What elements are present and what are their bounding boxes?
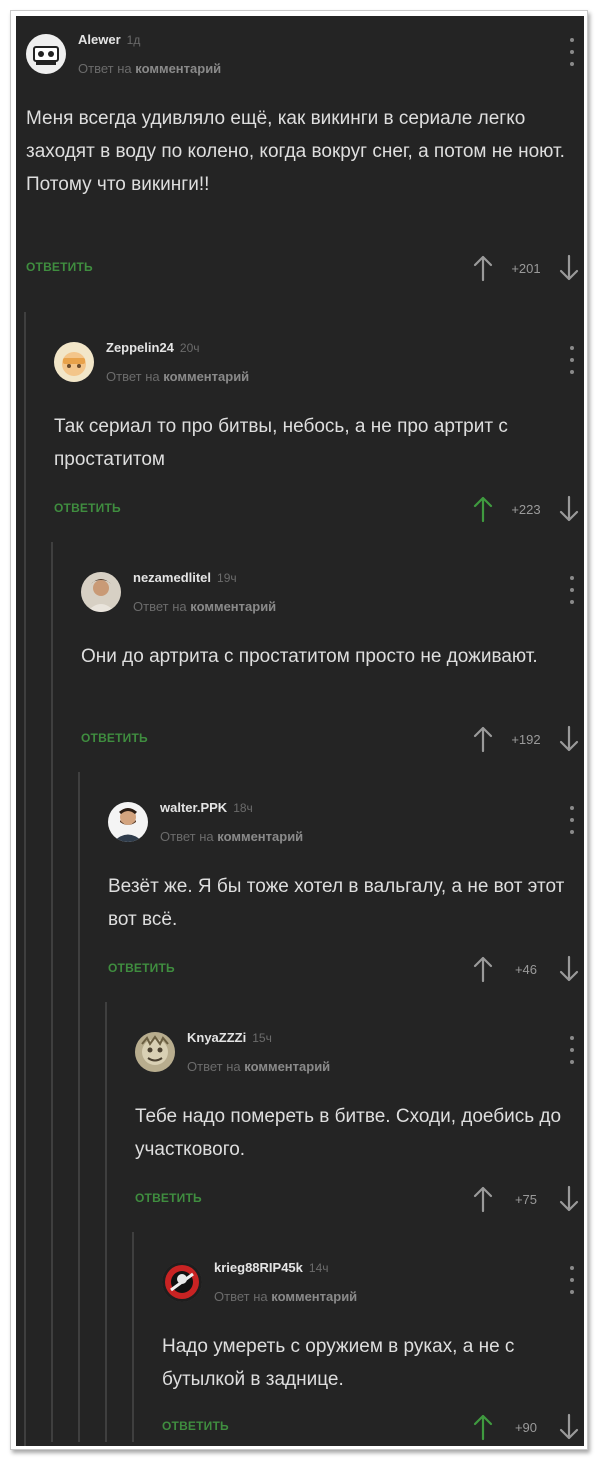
comment: nezamedlitel 19ч Ответ на комментарий Они… [51, 542, 584, 1442]
thread-line [24, 312, 26, 1446]
reply-context: Ответ на комментарий [187, 1059, 331, 1074]
comment-time: 20ч [179, 341, 200, 355]
vote-controls: +192 [472, 725, 580, 753]
upvote-icon[interactable] [472, 725, 494, 753]
comment: walter.PPK 18ч Ответ на комментарий Везёт… [78, 772, 584, 1442]
vote-score: +192 [511, 731, 541, 747]
downvote-icon[interactable] [558, 955, 580, 983]
avatar[interactable] [26, 34, 66, 74]
comment-time: 15ч [252, 1031, 272, 1045]
comment-time: 18ч [233, 801, 253, 815]
reply-button[interactable]: ОТВЕТИТЬ [81, 731, 148, 745]
comment: Alewer 1д Ответ на комментарий Меня всегд… [16, 16, 584, 291]
comment-text: Меня всегда удивляло ещё, как викинги в … [26, 108, 565, 195]
thread-line [78, 772, 80, 1442]
comment: KnyaZZZi 15ч Ответ на комментарий Тебе на… [105, 1002, 584, 1442]
comment-time: 14ч [308, 1261, 329, 1275]
reply-context: Ответ на комментарий [78, 61, 222, 76]
vote-controls: +201 [472, 254, 580, 282]
thread-line [132, 1232, 134, 1442]
vote-score: +201 [511, 260, 541, 276]
reply-target-link[interactable]: комментарий [190, 599, 276, 614]
reply-context: Ответ на комментарий [214, 1289, 358, 1304]
vote-controls: +223 [472, 495, 580, 523]
avatar[interactable] [162, 1262, 202, 1302]
upvote-icon[interactable] [472, 254, 494, 282]
author-name[interactable]: Zeppelin24 20ч [106, 340, 200, 355]
more-options-icon[interactable] [566, 1266, 578, 1294]
comment-text: Они до артрита с простатитом просто не д… [81, 646, 538, 667]
reply-button[interactable]: ОТВЕТИТЬ [108, 961, 175, 975]
vote-score: +46 [514, 961, 538, 977]
upvote-icon[interactable] [472, 1413, 494, 1441]
vote-score: +223 [511, 501, 541, 517]
author-name[interactable]: krieg88RIP45k 14ч [214, 1260, 329, 1275]
avatar[interactable] [54, 342, 94, 382]
more-options-icon[interactable] [566, 806, 578, 834]
reply-context: Ответ на комментарий [160, 829, 304, 844]
reply-target-link[interactable]: комментарий [163, 369, 249, 384]
downvote-icon[interactable] [558, 1185, 580, 1213]
author-name[interactable]: KnyaZZZi 15ч [187, 1030, 272, 1045]
vote-controls: +46 [472, 955, 580, 983]
reply-button[interactable]: ОТВЕТИТЬ [135, 1191, 202, 1205]
reply-target-link[interactable]: комментарий [244, 1059, 330, 1074]
vote-controls: +90 [472, 1413, 580, 1441]
upvote-icon[interactable] [472, 495, 494, 523]
author-name[interactable]: nezamedlitel 19ч [133, 570, 237, 585]
upvote-icon[interactable] [472, 955, 494, 983]
avatar[interactable] [135, 1032, 175, 1072]
comment: Zeppelin24 20ч Ответ на комментарий Так с… [24, 312, 584, 1446]
avatar[interactable] [108, 802, 148, 842]
comment-text: Надо умереть с оружием в руках, а не с б… [162, 1336, 515, 1390]
vote-controls: +75 [472, 1185, 580, 1213]
reply-button[interactable]: ОТВЕТИТЬ [26, 260, 93, 274]
more-options-icon[interactable] [566, 346, 578, 374]
comment-text: Так сериал то про битвы, небось, а не пр… [54, 416, 508, 470]
comment-text: Тебе надо помереть в битве. Сходи, доеби… [135, 1106, 562, 1160]
downvote-icon[interactable] [558, 725, 580, 753]
reply-context: Ответ на комментарий [106, 369, 250, 384]
downvote-icon[interactable] [558, 1413, 580, 1441]
reply-target-link[interactable]: комментарий [135, 61, 221, 76]
comment-time: 1д [126, 33, 141, 47]
avatar[interactable] [81, 572, 121, 612]
reply-target-link[interactable]: комментарий [217, 829, 303, 844]
comment-text: Везёт же. Я бы тоже хотел в вальгалу, а … [108, 876, 565, 930]
more-options-icon[interactable] [566, 576, 578, 604]
reply-button[interactable]: ОТВЕТИТЬ [162, 1419, 229, 1433]
thread-line [105, 1002, 107, 1442]
reply-context: Ответ на комментарий [133, 599, 277, 614]
upvote-icon[interactable] [472, 1185, 494, 1213]
downvote-icon[interactable] [558, 495, 580, 523]
more-options-icon[interactable] [566, 1036, 578, 1064]
comment-time: 19ч [217, 571, 237, 585]
vote-score: +90 [514, 1419, 538, 1435]
reply-button[interactable]: ОТВЕТИТЬ [54, 501, 121, 515]
vote-score: +75 [514, 1191, 538, 1207]
comment-thread: Alewer 1д Ответ на комментарий Меня всегд… [16, 16, 584, 1446]
thread-line [51, 542, 53, 1442]
more-options-icon[interactable] [566, 38, 578, 66]
comment: krieg88RIP45k 14ч Ответ на комментарий На… [132, 1232, 584, 1446]
downvote-icon[interactable] [558, 254, 580, 282]
author-name[interactable]: Alewer 1д [78, 32, 140, 47]
reply-target-link[interactable]: комментарий [271, 1289, 357, 1304]
author-name[interactable]: walter.PPK 18ч [160, 800, 253, 815]
